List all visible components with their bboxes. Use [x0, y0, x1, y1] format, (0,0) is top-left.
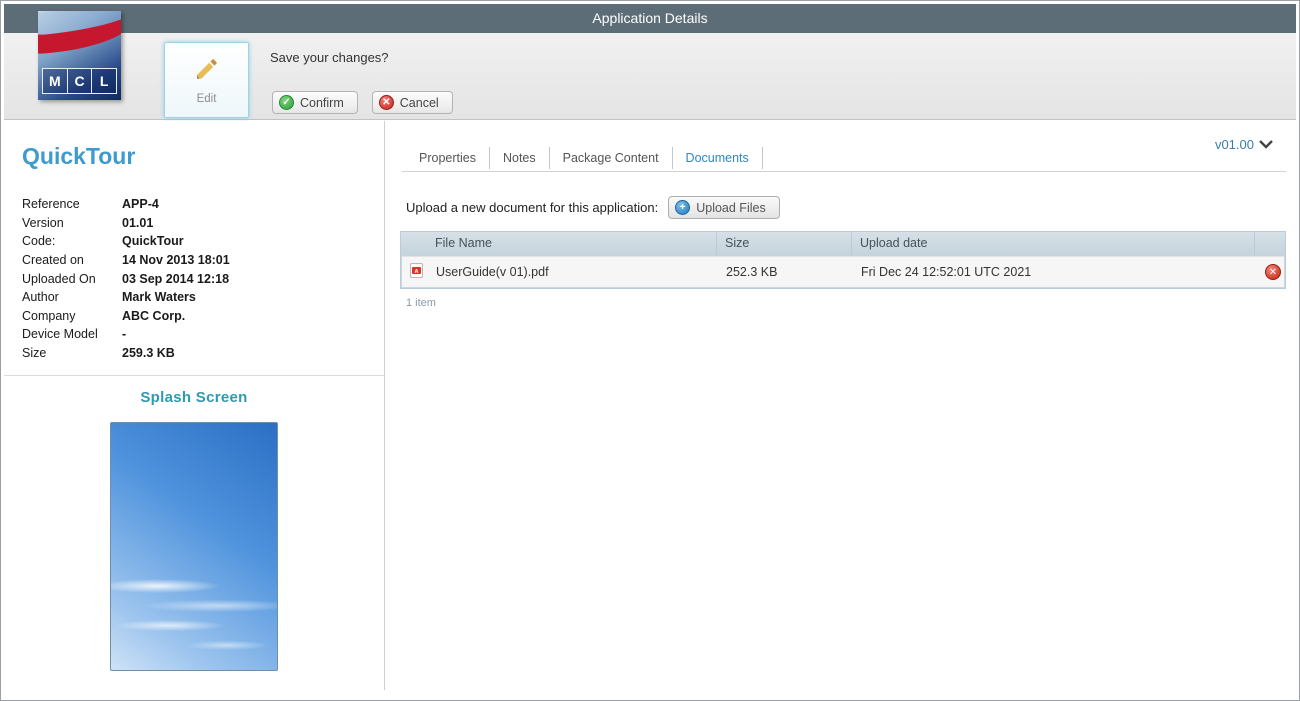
field-company: Company ABC Corp. [22, 307, 230, 326]
application-summary-panel: QuickTour Reference APP-4 Version 01.01 … [4, 121, 385, 690]
check-icon: ✓ [279, 95, 294, 110]
splash-screen-title: Splash Screen [140, 389, 248, 406]
field-label: Device Model [22, 327, 98, 342]
field-label: Company [22, 308, 76, 323]
field-value: 01.01 [122, 215, 154, 230]
field-created-on: Created on 14 Nov 2013 18:01 [22, 251, 230, 270]
field-value: 14 Nov 2013 18:01 [122, 253, 230, 268]
field-label: Created on [22, 253, 84, 268]
field-value: ABC Corp. [122, 308, 186, 323]
field-code: Code: QuickTour [22, 232, 230, 251]
table-row[interactable]: A UserGuide(v 01).pdf 252.3 KB Fri Dec 2… [402, 256, 1284, 287]
application-fields: Reference APP-4 Version 01.01 Code: Quic… [22, 195, 230, 362]
tab-documents[interactable]: Documents [673, 147, 763, 169]
application-name: QuickTour [22, 143, 136, 169]
delete-document-button[interactable]: ✕ [1265, 264, 1281, 280]
application-details-window: Application Details Edit Save your chang… [3, 3, 1297, 698]
tab-bar: Properties Notes Package Content Documen… [406, 147, 763, 169]
logo-letter-c: C [67, 68, 93, 94]
field-value: Mark Waters [122, 290, 196, 305]
plus-icon: + [675, 200, 691, 215]
actions-cell: ✕ [1254, 264, 1284, 280]
chevron-down-icon [1258, 137, 1274, 152]
field-label: Version [22, 215, 64, 230]
upload-date-cell: Fri Dec 24 12:52:01 UTC 2021 [861, 265, 1032, 279]
tab-bar-divider [402, 171, 1286, 172]
item-count: 1 item [406, 297, 436, 309]
window-title: Application Details [4, 4, 1296, 33]
x-icon: ✕ [378, 95, 394, 110]
svg-text:A: A [415, 269, 419, 275]
field-value: 259.3 KB [122, 346, 175, 361]
pencil-icon [194, 56, 220, 87]
header-icon-column [401, 232, 427, 256]
field-size: Size 259.3 KB [22, 344, 230, 363]
field-label: Reference [22, 197, 80, 212]
header-upload-date: Upload date [852, 232, 1255, 256]
file-type-cell: A [402, 263, 428, 281]
field-reference: Reference APP-4 [22, 195, 230, 214]
documents-table-header: File Name Size Upload date [401, 232, 1285, 256]
splash-screen-image [110, 422, 278, 671]
cancel-button-label: Cancel [399, 95, 439, 110]
field-uploaded-on: Uploaded On 03 Sep 2014 12:18 [22, 269, 230, 288]
field-label: Size [22, 346, 47, 361]
field-value: QuickTour [122, 234, 184, 249]
field-version: Version 01.01 [22, 214, 230, 233]
header-actions-column [1255, 232, 1285, 256]
mcl-logo: M C L [38, 11, 121, 100]
logo-letter-m: M [42, 68, 68, 94]
toolbar: Edit Save your changes? ✓ Confirm ✕ Canc… [4, 11, 1296, 120]
field-device-model: Device Model - [22, 325, 230, 344]
field-author: Author Mark Waters [22, 288, 230, 307]
tab-package-content[interactable]: Package Content [550, 147, 673, 169]
documents-table: File Name Size Upload date A UserGuide(v… [400, 231, 1286, 289]
upload-prompt: Upload a new document for this applicati… [406, 200, 659, 215]
logo-letter-l: L [92, 68, 118, 94]
field-label: Author [22, 290, 59, 305]
tab-notes[interactable]: Notes [490, 147, 550, 169]
upload-section: Upload a new document for this applicati… [406, 196, 780, 219]
version-label: v01.00 [1214, 137, 1254, 152]
confirm-button[interactable]: ✓ Confirm [272, 91, 358, 114]
file-size-cell: 252.3 KB [726, 265, 778, 279]
file-name-cell: UserGuide(v 01).pdf [436, 265, 549, 279]
field-value: - [122, 327, 127, 342]
main-content: QuickTour Reference APP-4 Version 01.01 … [4, 121, 1296, 690]
details-panel: v01.00 Properties Notes Package Content … [386, 121, 1296, 690]
confirm-cancel-row: ✓ Confirm ✕ Cancel [272, 91, 453, 114]
logo-letters: M C L [42, 68, 118, 94]
header-file-name: File Name [427, 232, 717, 256]
header-size: Size [717, 232, 852, 256]
confirm-button-label: Confirm [300, 95, 344, 110]
tab-properties[interactable]: Properties [406, 147, 490, 169]
cancel-button[interactable]: ✕ Cancel [371, 91, 453, 114]
panel-divider [4, 375, 384, 376]
edit-button[interactable]: Edit [164, 42, 249, 118]
save-changes-prompt: Save your changes? [270, 50, 389, 65]
field-value: 03 Sep 2014 12:18 [122, 271, 230, 286]
upload-files-button[interactable]: + Upload Files [668, 196, 780, 219]
upload-files-label: Upload Files [696, 200, 766, 215]
field-label: Uploaded On [22, 271, 96, 286]
version-selector[interactable]: v01.00 [1215, 137, 1274, 152]
field-label: Code: [22, 234, 56, 249]
field-value: APP-4 [122, 197, 159, 212]
edit-button-label: Edit [196, 92, 217, 105]
pdf-icon: A [410, 263, 423, 281]
